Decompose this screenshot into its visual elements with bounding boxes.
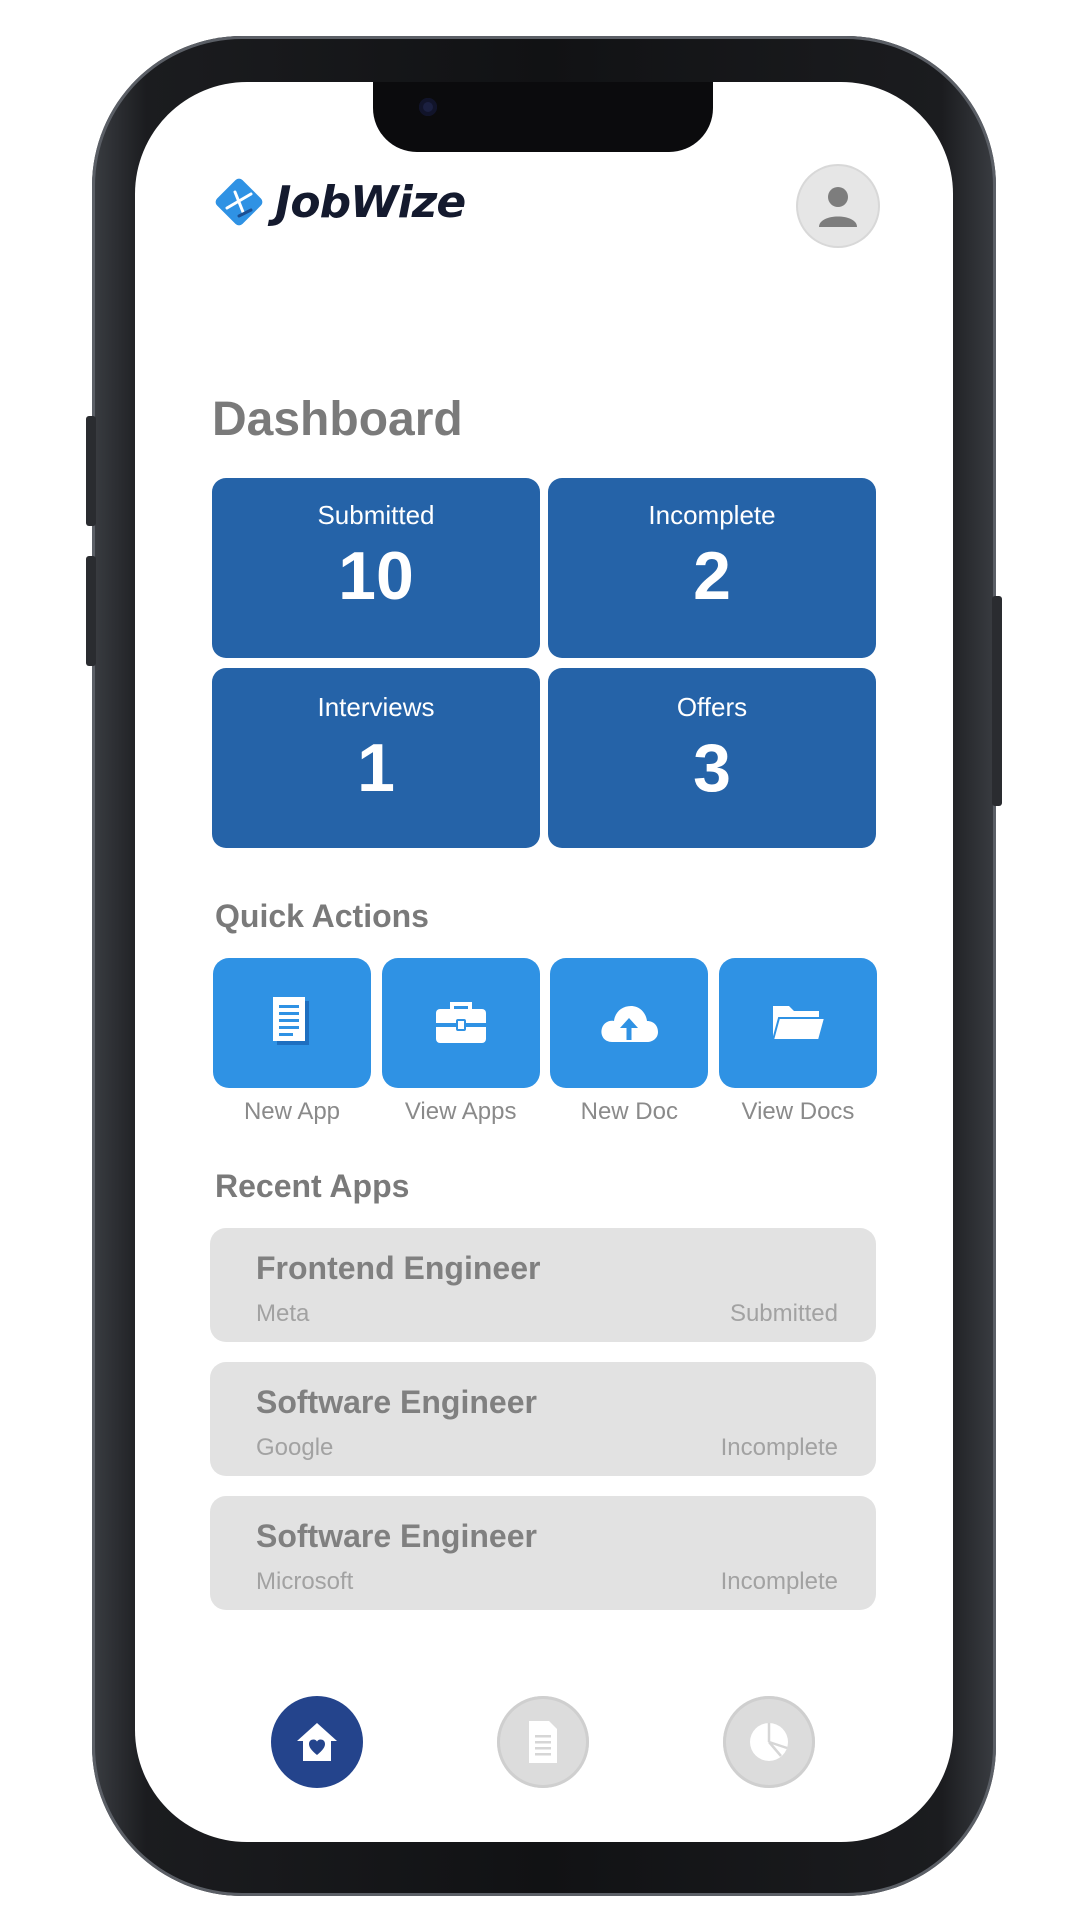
- home-icon: [297, 1723, 337, 1761]
- briefcase-icon: [435, 1002, 486, 1043]
- jobwize-logo-icon: [215, 178, 263, 226]
- recent-apps-list: Frontend Engineer Meta Submitted Softwar…: [210, 1228, 876, 1630]
- new-doc-button[interactable]: [550, 958, 709, 1088]
- cloud-upload-icon: [601, 1006, 659, 1042]
- stat-value: 2: [693, 538, 731, 614]
- company-name: Google: [256, 1434, 334, 1461]
- action-label: New Doc: [580, 1098, 678, 1125]
- stat-tile-interviews[interactable]: Interviews 1: [212, 668, 540, 848]
- document-icon: [529, 1721, 557, 1763]
- front-camera: [419, 98, 437, 116]
- recent-app-card[interactable]: Software Engineer Google Incomplete: [210, 1362, 876, 1476]
- phone-side-button: [86, 416, 96, 526]
- view-apps-button[interactable]: [381, 958, 540, 1088]
- nav-home-button[interactable]: [271, 1696, 363, 1788]
- job-title: Frontend Engineer: [256, 1250, 541, 1286]
- stat-value: 1: [357, 730, 395, 806]
- stat-tile-submitted[interactable]: Submitted 10: [212, 478, 540, 658]
- stat-value: 3: [693, 730, 731, 806]
- page-title: Dashboard: [212, 393, 463, 446]
- stat-tile-offers[interactable]: Offers 3: [548, 668, 876, 848]
- stat-label: Incomplete: [648, 500, 776, 530]
- phone-side-button: [86, 556, 96, 666]
- stats-grid: Submitted 10 Incomplete 2 Interviews 1 O…: [212, 478, 876, 848]
- user-avatar-icon: [819, 187, 857, 227]
- nav-stats-button[interactable]: [723, 1696, 815, 1788]
- application-status: Incomplete: [720, 1434, 838, 1461]
- recent-app-card[interactable]: Software Engineer Microsoft Incomplete: [210, 1496, 876, 1610]
- stat-value: 10: [338, 538, 414, 614]
- stat-label: Interviews: [317, 692, 435, 722]
- application-status: Submitted: [729, 1300, 838, 1327]
- quick-action-view-docs[interactable]: View Docs: [718, 958, 877, 1126]
- quick-action-new-doc[interactable]: New Doc: [550, 958, 709, 1126]
- action-label: View Docs: [741, 1098, 855, 1125]
- folder-icon: [771, 1006, 827, 1041]
- quick-actions-heading: Quick Actions: [215, 898, 429, 934]
- job-title: Software Engineer: [256, 1518, 537, 1554]
- nav-documents-button[interactable]: [497, 1696, 589, 1788]
- quick-action-view-apps[interactable]: View Apps: [381, 958, 540, 1126]
- phone-notch: [373, 82, 713, 152]
- bottom-nav: [135, 1696, 953, 1788]
- application-status: Incomplete: [720, 1568, 838, 1595]
- stat-label: Offers: [676, 692, 748, 722]
- stat-tile-incomplete[interactable]: Incomplete 2: [548, 478, 876, 658]
- stat-label: Submitted: [317, 500, 435, 530]
- view-docs-button[interactable]: [718, 958, 877, 1088]
- app-screen: JobWize Dashboard Submitted 10 Incomplet…: [135, 82, 953, 1842]
- quick-actions: New App View Apps New Doc View Docs: [213, 958, 877, 1126]
- recent-apps-heading: Recent Apps: [215, 1168, 410, 1204]
- new-app-button[interactable]: [213, 958, 371, 1088]
- profile-avatar-button[interactable]: [798, 166, 878, 246]
- app-logo[interactable]: JobWize: [211, 174, 466, 230]
- company-name: Microsoft: [256, 1568, 354, 1595]
- mockup-stage: JobWize Dashboard Submitted 10 Incomplet…: [0, 0, 1080, 1920]
- job-title: Software Engineer: [256, 1384, 537, 1420]
- pie-chart-icon: [750, 1723, 788, 1761]
- brand-name: JobWize: [275, 176, 466, 228]
- recent-app-card[interactable]: Frontend Engineer Meta Submitted: [210, 1228, 876, 1342]
- action-label: New App: [243, 1098, 341, 1125]
- document-icon: [273, 997, 309, 1045]
- phone-side-button: [992, 596, 1002, 806]
- company-name: Meta: [256, 1300, 310, 1327]
- action-label: View Apps: [404, 1098, 517, 1125]
- quick-action-new-app[interactable]: New App: [213, 958, 371, 1126]
